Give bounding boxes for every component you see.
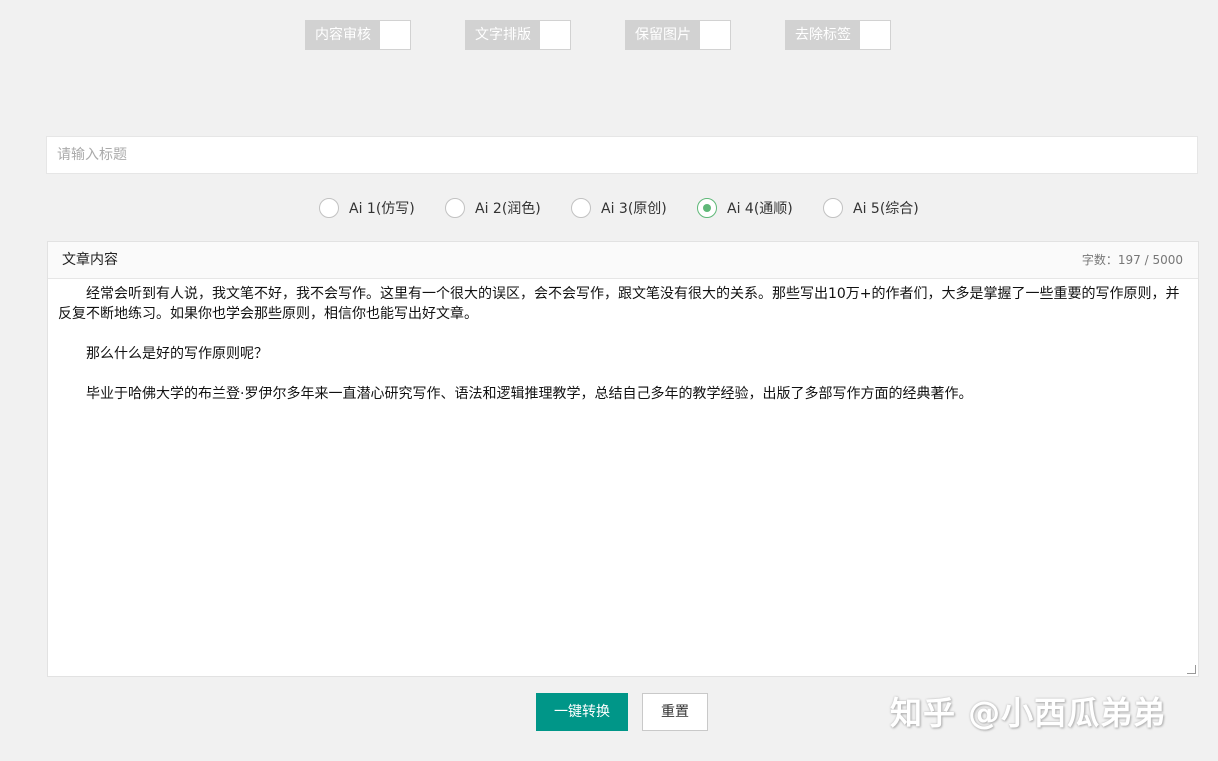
convert-button[interactable]: 一键转换	[536, 693, 628, 731]
toggle-knob	[540, 21, 570, 49]
radio-label: Ai 1(仿写)	[349, 201, 415, 217]
title-input[interactable]	[46, 136, 1198, 174]
word-count: 字数：197 / 5000	[1081, 253, 1183, 267]
radio-label: Ai 3(原创)	[601, 201, 667, 217]
paragraph: 经常会听到有人说，我文笔不好，我不会写作。这里有一个很大的误区，会不会写作，跟文…	[58, 286, 1180, 322]
toggle-knob	[860, 21, 890, 49]
radio-label: Ai 2(润色)	[475, 201, 541, 217]
toggle-keep-images[interactable]: 保留图片	[625, 20, 731, 50]
editor-header: 文章内容 字数：197 / 5000	[48, 242, 1198, 279]
toggle-text-layout[interactable]: 文字排版	[465, 20, 571, 50]
article-editor: 文章内容 字数：197 / 5000 经常会听到有人说，我文笔不好，我不会写作。…	[47, 241, 1199, 677]
radio-dot	[703, 204, 711, 212]
paragraph: 那么什么是好的写作原则呢？	[86, 346, 268, 362]
editor-title: 文章内容	[62, 252, 118, 268]
radio-label: Ai 4(通顺)	[727, 201, 793, 217]
toggle-content-review[interactable]: 内容审核	[305, 20, 411, 50]
toggle-knob	[380, 21, 410, 49]
radio-circle	[697, 198, 717, 218]
paragraph: 毕业于哈佛大学的布兰登·罗伊尔多年来一直潜心研究写作、语法和逻辑推理教学，总结自…	[86, 386, 973, 402]
toggle-knob	[700, 21, 730, 49]
radio-circle	[319, 198, 339, 218]
toggle-label: 文字排版	[475, 27, 531, 43]
toggle-label: 内容审核	[315, 27, 371, 43]
toggle-label: 保留图片	[635, 27, 691, 43]
radio-label: Ai 5(综合)	[853, 201, 919, 217]
radio-circle	[571, 198, 591, 218]
radio-circle	[445, 198, 465, 218]
toggle-bar: 内容审核 文字排版 保留图片 去除标签	[0, 20, 1218, 50]
watermark: 知乎 @小西瓜弟弟	[890, 694, 1167, 732]
article-content-area[interactable]: 经常会听到有人说，我文笔不好，我不会写作。这里有一个很大的误区，会不会写作，跟文…	[48, 278, 1198, 676]
toggle-label: 去除标签	[795, 27, 851, 43]
reset-button[interactable]: 重置	[642, 693, 708, 731]
resize-handle-icon[interactable]	[1187, 665, 1196, 674]
toggle-remove-tags[interactable]: 去除标签	[785, 20, 891, 50]
radio-circle	[823, 198, 843, 218]
